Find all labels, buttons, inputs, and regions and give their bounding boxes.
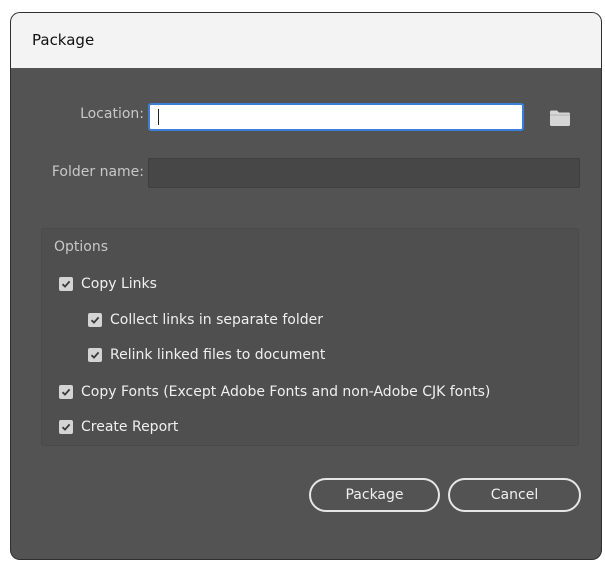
create-report-label: Create Report [81, 419, 179, 435]
title-bar: Package [11, 13, 601, 68]
folder-name-label: Folder name: [51, 164, 144, 180]
checkbox-box [59, 277, 73, 291]
relink-files-checkbox[interactable]: Relink linked files to document [88, 347, 325, 363]
checkmark-icon [61, 388, 71, 396]
checkmark-icon [90, 351, 100, 359]
checkbox-box [88, 313, 102, 327]
checkbox-box [88, 348, 102, 362]
checkmark-icon [90, 316, 100, 324]
options-title: Options [54, 239, 109, 255]
copy-links-label: Copy Links [81, 276, 157, 292]
checkmark-icon [61, 280, 71, 288]
dialog-title: Package [32, 31, 95, 49]
package-dialog: Package Location: Folder name: Options C… [11, 13, 601, 559]
browse-folder-button[interactable] [549, 109, 571, 127]
options-group: Options Copy Links Collect links in sepa… [41, 228, 579, 446]
folder-icon [550, 110, 570, 126]
package-button[interactable]: Package [309, 478, 440, 512]
cancel-button[interactable]: Cancel [448, 478, 581, 512]
create-report-checkbox[interactable]: Create Report [59, 419, 178, 435]
location-input[interactable] [148, 103, 524, 131]
text-caret [158, 109, 159, 125]
folder-name-field [148, 158, 580, 188]
copy-links-checkbox[interactable]: Copy Links [59, 276, 157, 292]
copy-fonts-checkbox[interactable]: Copy Fonts (Except Adobe Fonts and non-A… [59, 384, 490, 400]
checkbox-box [59, 385, 73, 399]
collect-links-checkbox[interactable]: Collect links in separate folder [88, 312, 323, 328]
copy-fonts-label: Copy Fonts (Except Adobe Fonts and non-A… [81, 384, 491, 400]
collect-links-label: Collect links in separate folder [110, 312, 323, 328]
checkbox-box [59, 420, 73, 434]
location-label: Location: [80, 106, 144, 122]
relink-files-label: Relink linked files to document [110, 347, 326, 363]
checkmark-icon [61, 423, 71, 431]
